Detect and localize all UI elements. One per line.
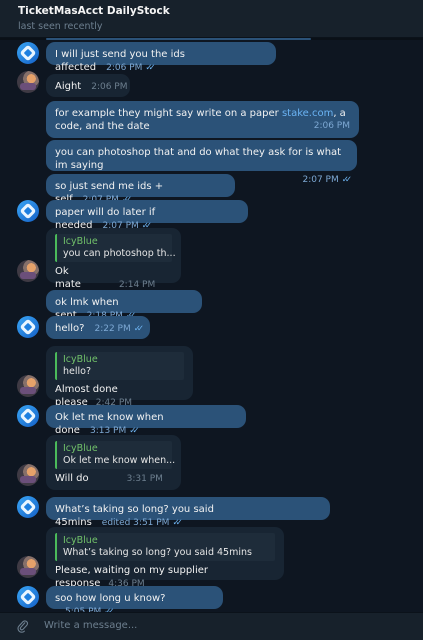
message-outgoing[interactable]: soo how long u know?5:05 PM✓✓ <box>46 586 223 617</box>
double-check-icon: ✓✓ <box>145 63 155 73</box>
message-incoming[interactable]: IcyBlue you can photoshop th... Ok mate 2… <box>46 228 181 290</box>
message-input[interactable]: Write a message... <box>44 620 137 631</box>
message-outgoing[interactable]: I will just send you the ids affected 2:0… <box>46 42 276 73</box>
last-seen-status: last seen recently <box>18 21 103 32</box>
message-outgoing[interactable]: ok lmk when sent2:18 PM✓✓ <box>46 290 202 321</box>
message-text: Aight <box>55 81 82 92</box>
double-check-icon: ✓✓ <box>133 324 144 334</box>
message-incoming[interactable]: IcyBlue Ok let me know when... Will do 3:… <box>46 435 181 490</box>
message-outgoing[interactable]: paper will do later if needed 2:07 PM ✓✓ <box>46 200 248 231</box>
message-outgoing[interactable]: What’s taking so long? you said 45mins ed… <box>46 497 330 528</box>
own-avatar[interactable] <box>17 496 39 518</box>
message-time: 2:07 PM <box>302 175 339 185</box>
reply-quote[interactable]: IcyBlue hello? <box>55 352 184 380</box>
own-avatar[interactable] <box>17 586 39 608</box>
message-time: 2:06 PM <box>313 121 350 131</box>
message-text: Will do <box>55 473 89 484</box>
paperclip-icon[interactable] <box>17 620 29 633</box>
message-text: hello? <box>55 323 85 334</box>
chat-header[interactable]: TicketMasAcct DailyStock last seen recen… <box>0 0 423 38</box>
own-avatar[interactable] <box>17 316 39 338</box>
message-outgoing[interactable]: for example they might say write on a pa… <box>46 101 359 138</box>
reply-author: IcyBlue <box>63 535 98 546</box>
reply-author: IcyBlue <box>63 236 98 247</box>
message-link[interactable]: stake.com <box>282 108 333 119</box>
reply-author: IcyBlue <box>63 443 98 454</box>
reply-text: hello? <box>63 366 91 377</box>
reply-author: IcyBlue <box>63 354 98 365</box>
reply-text: What’s taking so long? you said 45mins <box>63 547 252 558</box>
contact-avatar[interactable] <box>17 260 39 282</box>
reply-quote[interactable]: IcyBlue What’s taking so long? you said … <box>55 533 275 561</box>
own-avatar[interactable] <box>17 405 39 427</box>
message-outgoing[interactable]: hello? 2:22 PM ✓✓ <box>46 316 150 339</box>
message-time: 2:14 PM <box>118 280 156 290</box>
message-composer[interactable]: Write a message... <box>0 612 423 640</box>
message-outgoing[interactable]: Ok let me know when done 3:13 PM ✓✓ <box>46 405 246 436</box>
own-avatar[interactable] <box>17 200 39 222</box>
reply-quote[interactable]: IcyBlue Ok let me know when... <box>55 441 176 469</box>
reply-quote[interactable]: IcyBlue you can photoshop th... <box>55 234 176 262</box>
message-time: 2:06 PM <box>106 63 143 73</box>
message-outgoing[interactable]: so just send me ids + self2:07 PM✓✓ <box>46 174 235 205</box>
reply-text: you can photoshop th... <box>63 248 176 259</box>
message-text: you can photoshop that and do what they … <box>55 147 342 171</box>
double-check-icon: ✓✓ <box>341 175 352 185</box>
chat-title: TicketMasAcct DailyStock <box>18 5 170 17</box>
message-time: 3:31 PM <box>126 474 163 484</box>
contact-avatar[interactable] <box>17 375 39 397</box>
scrolled-bubble-edge <box>0 38 423 40</box>
message-outgoing[interactable]: you can photoshop that and do what they … <box>46 140 357 185</box>
message-incoming[interactable]: Aight 2:06 PM <box>46 74 130 97</box>
message-text: Ok mate <box>55 266 81 290</box>
message-time: 2:22 PM <box>94 324 131 334</box>
contact-avatar[interactable] <box>17 464 39 486</box>
contact-avatar[interactable] <box>17 556 39 578</box>
message-incoming[interactable]: IcyBlue hello? Almost done please 2:42 PM <box>46 346 193 408</box>
message-text: for example they might say write on a pa… <box>55 108 282 119</box>
reply-text: Ok let me know when... <box>63 455 176 466</box>
message-incoming[interactable]: IcyBlue What’s taking so long? you said … <box>46 527 284 589</box>
contact-avatar[interactable] <box>17 71 39 93</box>
message-time: 2:06 PM <box>91 82 128 92</box>
message-text: soo how long u know? <box>55 593 166 604</box>
own-avatar[interactable] <box>17 42 39 64</box>
